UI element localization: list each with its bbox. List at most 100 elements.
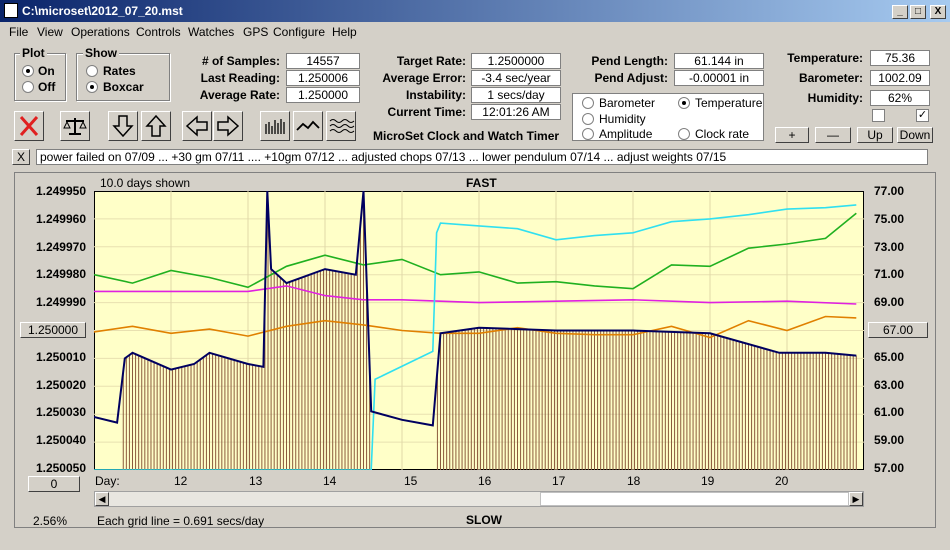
checkbox-left[interactable]	[872, 109, 885, 122]
barometer-reading-value: 1002.09	[870, 70, 930, 86]
zoom-label: 2.56%	[33, 514, 68, 528]
amplitude-radio[interactable]	[582, 128, 594, 140]
show-boxcar-radio[interactable]	[86, 81, 98, 93]
arrow-down-button[interactable]	[108, 111, 138, 141]
left-center-button[interactable]: 1.250000	[20, 322, 86, 338]
balance-scale-icon	[63, 118, 87, 135]
last-reading-label: Last Reading:	[200, 71, 280, 85]
arrow-left-button[interactable]	[182, 111, 212, 141]
x-tick-label: 16	[478, 474, 492, 488]
menu-operations[interactable]: Operations	[71, 25, 130, 39]
scale-down-button[interactable]: Down	[897, 127, 933, 143]
average-rate-label: Average Rate:	[199, 88, 280, 102]
show-rates-radio[interactable]	[86, 65, 98, 77]
humidity-label: Humidity	[599, 112, 646, 126]
amplitude-label: Amplitude	[599, 127, 653, 141]
scroll-left-arrow[interactable]: ◀	[95, 492, 109, 506]
x-tick-label: 20	[775, 474, 789, 488]
arrow-down-icon	[112, 115, 134, 138]
clear-button[interactable]	[14, 111, 44, 141]
checkbox-right[interactable]: ✓	[916, 109, 929, 122]
bars-view-button[interactable]	[260, 111, 290, 141]
humidity-radio[interactable]	[582, 113, 594, 125]
arrow-up-icon	[145, 114, 167, 137]
scroll-right-arrow[interactable]: ▶	[849, 492, 863, 506]
left-tick-label: 1.249990	[35, 295, 86, 309]
pend-length-value: 61.144 in	[674, 53, 764, 69]
scale-plus-button[interactable]: +	[775, 127, 809, 143]
target-rate-label: Target Rate:	[396, 54, 466, 68]
samples-label: # of Samples:	[201, 54, 280, 68]
title-bar: C:\microset\2012_07_20.mst _ □ X	[0, 0, 950, 22]
arrow-up-button[interactable]	[141, 111, 171, 141]
day-axis-label: Day:	[95, 474, 120, 488]
menu-gps[interactable]: GPS	[243, 25, 268, 39]
arrow-right-button[interactable]	[213, 111, 243, 141]
right-tick-label: 61.00	[874, 405, 905, 419]
barometer-label: Barometer	[599, 96, 656, 110]
barometer-radio[interactable]	[582, 97, 594, 109]
temperature-reading-label: Temperature:	[787, 51, 863, 65]
temperature-radio[interactable]	[678, 97, 690, 109]
scale-up-button[interactable]: Up	[857, 127, 893, 143]
plot-off-radio[interactable]	[22, 81, 34, 93]
pend-adjust-value[interactable]: -0.00001 in	[674, 70, 764, 86]
samples-value: 14557	[286, 53, 360, 69]
x-tick-label: 13	[249, 474, 263, 488]
notes-field[interactable]: power failed on 07/09 ... +30 gm 07/11 .…	[36, 149, 928, 165]
scroll-thumb[interactable]	[540, 492, 849, 506]
notes-close-button[interactable]: X	[12, 149, 30, 165]
slow-label: SLOW	[466, 513, 502, 527]
red-x-icon	[19, 116, 39, 136]
pend-length-label: Pend Length:	[591, 54, 668, 68]
line-view-button[interactable]	[293, 111, 323, 141]
right-tick-label: 75.00	[874, 212, 905, 226]
left-tick-label: 1.249970	[35, 240, 86, 254]
right-tick-label: 57.00	[874, 461, 905, 475]
humidity-reading-label: Humidity:	[807, 91, 863, 105]
right-tick-label: 65.00	[874, 350, 905, 364]
left-tick-label: 1.250020	[35, 378, 86, 392]
left-tick-label: 1.250050	[35, 461, 86, 475]
show-group-title: Show	[83, 46, 119, 60]
pend-adjust-label: Pend Adjust:	[594, 71, 668, 85]
horizontal-scrollbar[interactable]: ◀ ▶	[94, 491, 864, 507]
menu-watches[interactable]: Watches	[188, 25, 234, 39]
menu-view[interactable]: View	[37, 25, 63, 39]
clock-rate-radio[interactable]	[678, 128, 690, 140]
average-error-label: Average Error:	[382, 71, 466, 85]
menu-controls[interactable]: Controls	[136, 25, 181, 39]
temperature-label: Temperature	[695, 96, 763, 110]
humidity-reading-value: 62%	[870, 90, 930, 106]
minimize-button[interactable]: _	[892, 5, 908, 19]
right-tick-label: 63.00	[874, 378, 905, 392]
instability-label: Instability:	[405, 88, 466, 102]
average-rate-value: 1.250000	[286, 87, 360, 103]
menu-help[interactable]: Help	[332, 25, 357, 39]
x-tick-label: 15	[404, 474, 418, 488]
target-rate-value: 1.2500000	[471, 53, 561, 69]
menu-configure[interactable]: Configure	[273, 25, 325, 39]
balance-button[interactable]	[60, 111, 90, 141]
days-shown-label: 10.0 days shown	[100, 176, 191, 190]
x-tick-label: 19	[701, 474, 715, 488]
maximize-button[interactable]: □	[910, 5, 926, 19]
right-tick-label: 71.00	[874, 267, 905, 281]
arrow-right-icon	[217, 115, 240, 137]
scale-minus-button[interactable]: —	[815, 127, 851, 143]
instability-value: 1 secs/day	[471, 87, 561, 103]
wave-view-button[interactable]	[326, 111, 356, 141]
right-tick-label: 73.00	[874, 240, 905, 254]
plot-off-label: Off	[38, 80, 56, 94]
current-time-value: 12:01:26 AM	[471, 104, 561, 120]
bottom-left-button[interactable]: 0	[28, 476, 80, 492]
bar-chart-icon	[265, 119, 285, 134]
menu-file[interactable]: File	[9, 25, 28, 39]
right-tick-label: 77.00	[874, 184, 905, 198]
average-error-value: -3.4 sec/year	[471, 70, 561, 86]
right-center-button[interactable]: 67.00	[868, 322, 928, 338]
grid-note-label: Each grid line = 0.691 secs/day	[97, 514, 265, 528]
close-button[interactable]: X	[930, 5, 946, 19]
plot-on-radio[interactable]	[22, 65, 34, 77]
rate-chart[interactable]	[94, 191, 864, 470]
